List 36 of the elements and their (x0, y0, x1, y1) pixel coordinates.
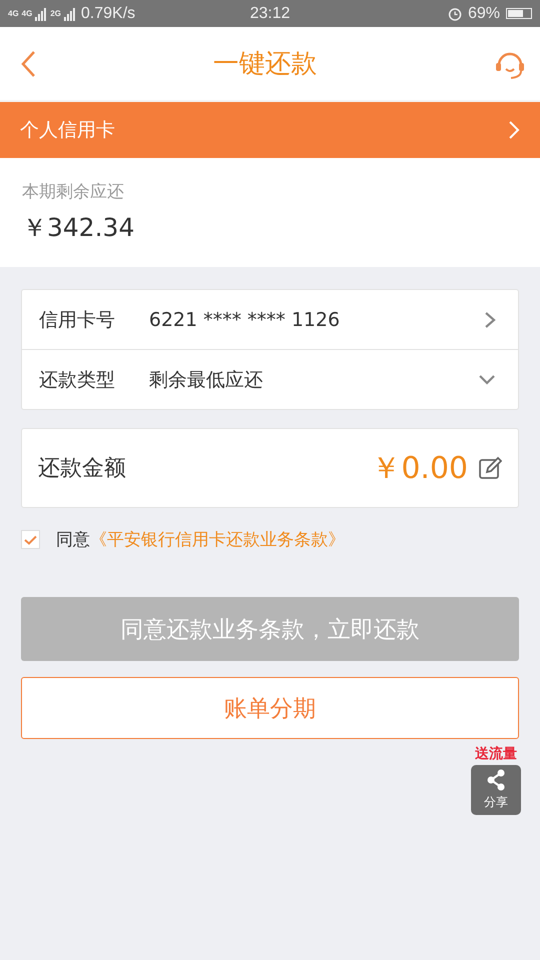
field-label: 信用卡号 (39, 308, 116, 332)
page-title: 一键还款 (213, 48, 317, 81)
edit-icon[interactable] (478, 456, 502, 480)
account-bar[interactable]: 个人信用卡 (0, 102, 540, 158)
network-label: 4G (8, 9, 19, 18)
list-row[interactable]: 信用卡号 6221 **** **** 1126 (22, 290, 518, 350)
share-button[interactable]: 分享 (471, 765, 521, 815)
field-value: 剩余最低应还 (149, 368, 264, 392)
clock: 23:12 (250, 4, 290, 22)
network-label: 2G (50, 9, 62, 18)
network-label: 4G (22, 9, 32, 18)
chevron-right-icon (508, 120, 520, 140)
field-label: 还款类型 (39, 368, 116, 392)
alarm-icon (448, 6, 462, 20)
promo-label: 送流量 (475, 745, 517, 763)
chevron-down-icon (478, 374, 496, 386)
checkbox[interactable] (21, 530, 40, 549)
battery-percent: 69% (468, 4, 500, 22)
summary-label: 本期剩余应还 (22, 181, 125, 203)
field-value: 6221 **** **** 1126 (149, 308, 341, 330)
network-speed: 0.79K/s (81, 4, 136, 22)
agree-label: 同意 (56, 529, 90, 551)
signal-icon (64, 6, 76, 20)
checkmark-icon (24, 534, 37, 544)
chevron-right-icon (484, 310, 496, 328)
installment-button[interactable]: 账单分期 (21, 677, 519, 739)
account-label: 个人信用卡 (20, 118, 115, 143)
signal-icon (35, 6, 48, 20)
terms-link[interactable]: 《平安银行信用卡还款业务条款》 (90, 528, 345, 551)
dropdown-row[interactable]: 还款类型 剩余最低应还 (22, 350, 518, 409)
share-icon (485, 769, 507, 791)
field-label: 还款金额 (38, 455, 127, 483)
battery-icon (506, 8, 532, 19)
amount-due: ￥342.34 (22, 212, 136, 244)
back-icon[interactable] (20, 50, 36, 78)
amount-value[interactable]: ￥0.00 (371, 448, 468, 488)
